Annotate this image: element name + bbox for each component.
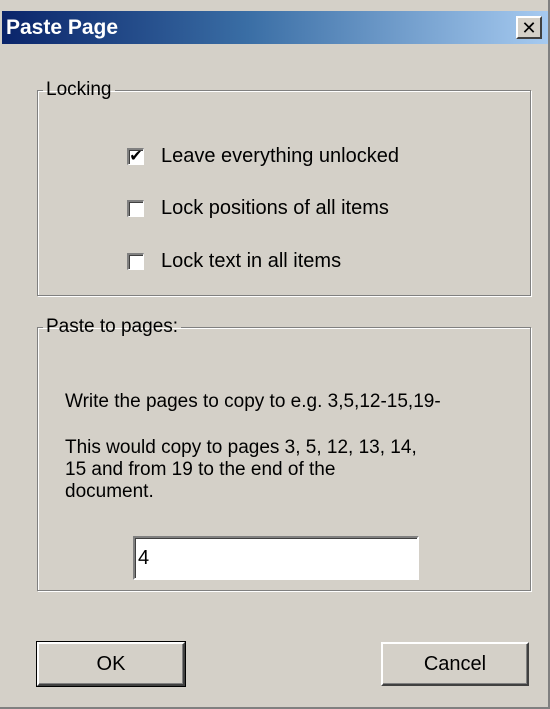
explanation-line: document. [65, 481, 154, 502]
paste-to-pages-legend: Paste to pages: [46, 316, 179, 337]
locking-group: Locking ✔ Leave everything unlocked Lock… [37, 80, 531, 296]
dialog-title: Paste Page [6, 16, 119, 39]
cancel-button[interactable]: Cancel [381, 642, 529, 686]
title-bar[interactable]: Paste Page ✕ [2, 11, 548, 44]
locking-legend: Locking [46, 79, 112, 100]
lock-positions-option[interactable]: Lock positions of all items [127, 196, 389, 220]
leave-unlocked-checkbox[interactable]: ✔ [127, 147, 144, 165]
lock-text-checkbox[interactable] [127, 252, 144, 270]
explanation-line: This would copy to pages 3, 5, 12, 13, 1… [65, 437, 417, 458]
lock-text-label: Lock text in all items [161, 249, 342, 272]
explanation-text: This would copy to pages 3, 5, 12, 13, 1… [65, 437, 417, 503]
pages-input[interactable] [133, 536, 419, 580]
close-button[interactable]: ✕ [516, 16, 542, 39]
leave-unlocked-option[interactable]: ✔ Leave everything unlocked [127, 144, 399, 168]
lock-positions-label: Lock positions of all items [161, 196, 389, 219]
lock-positions-checkbox[interactable] [127, 199, 144, 217]
close-icon: ✕ [521, 17, 537, 38]
explanation-line: 15 and from 19 to the end of the [65, 459, 336, 480]
paste-page-dialog: Paste Page ✕ Locking ✔ Leave everything … [0, 0, 550, 709]
paste-to-pages-group: Paste to pages: Write the pages to copy … [37, 317, 531, 591]
leave-unlocked-label: Leave everything unlocked [161, 144, 399, 167]
lock-text-option[interactable]: Lock text in all items [127, 249, 341, 273]
instruction-text: Write the pages to copy to e.g. 3,5,12-1… [65, 391, 441, 412]
ok-button[interactable]: OK [36, 641, 186, 687]
